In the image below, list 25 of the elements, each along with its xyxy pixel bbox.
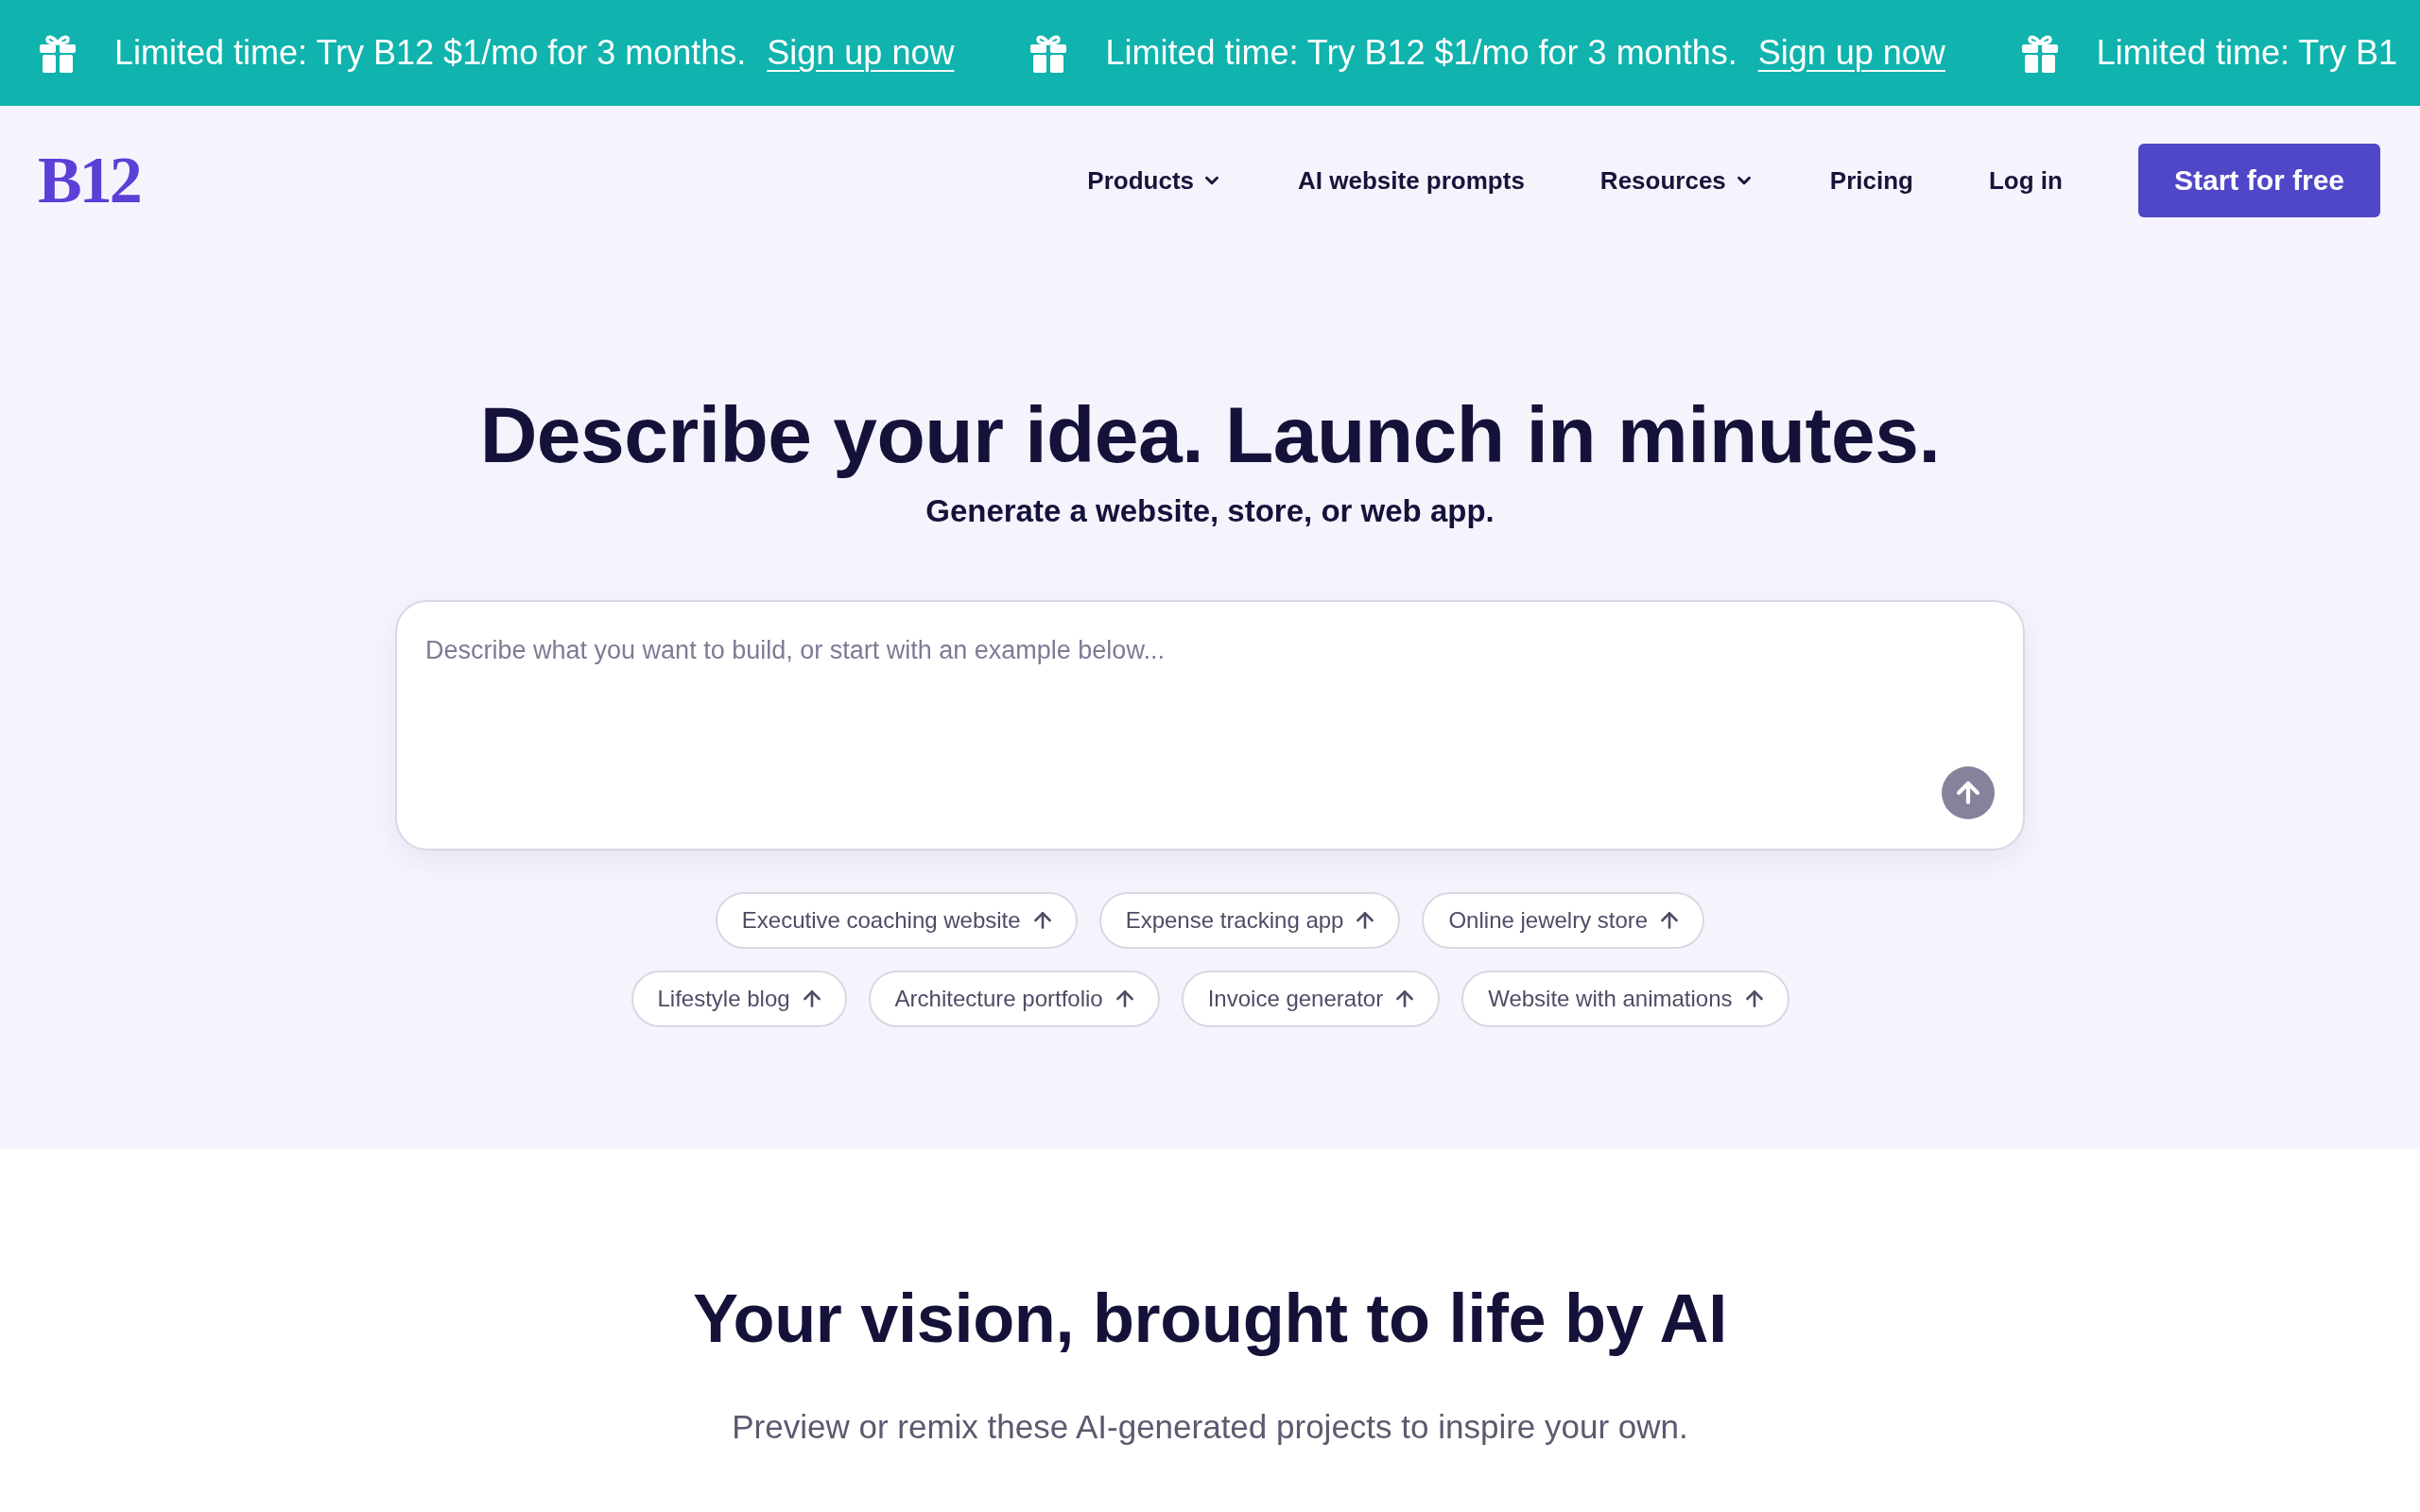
promo-text: Limited time: Try B1: [2096, 32, 2397, 74]
example-prompt-button[interactable]: Expense tracking app: [1098, 892, 1401, 949]
hero-subtitle: Generate a website, store, or web app.: [925, 492, 1495, 530]
example-prompt-button[interactable]: Invoice generator: [1181, 971, 1441, 1027]
example-prompt-button[interactable]: Architecture portfolio: [868, 971, 1160, 1027]
gift-icon: [39, 33, 77, 73]
prompt-field[interactable]: Describe what you want to build, or start with an example below...: [395, 600, 2025, 850]
logo[interactable]: B12: [38, 147, 140, 214]
nav-link[interactable]: AI website prompts: [1298, 165, 1525, 196]
gift-icon: [1029, 33, 1068, 73]
promo-text: Limited time: Try B12 $1/mo for 3 months.: [114, 32, 747, 74]
nav-link[interactable]: Pricing: [1829, 165, 1913, 196]
example-prompt-button[interactable]: Website with animations: [1461, 971, 1789, 1027]
nav-link[interactable]: Log in: [1988, 165, 2063, 196]
example-prompt-button[interactable]: Online jewelry store: [1422, 892, 1705, 949]
promo-text: Limited time: Try B12 $1/mo for 3 months.: [1105, 32, 1737, 74]
section-subtitle: Preview or remix these AI-generated projects to inspire your own.: [732, 1408, 1688, 1446]
hero-title: Describe your idea. Launch in minutes.: [479, 389, 1941, 480]
example-prompt-button[interactable]: Executive coaching website: [715, 892, 1078, 949]
nav-link[interactable]: Products: [1087, 165, 1223, 196]
example-prompt-button[interactable]: Lifestyle blog: [631, 971, 847, 1027]
section-title: Your vision, brought to life by AI: [693, 1281, 1727, 1355]
nav-link[interactable]: Resources: [1599, 165, 1754, 196]
gift-icon: [2020, 33, 2059, 73]
cta-button[interactable]: Start for free: [2137, 144, 2380, 217]
